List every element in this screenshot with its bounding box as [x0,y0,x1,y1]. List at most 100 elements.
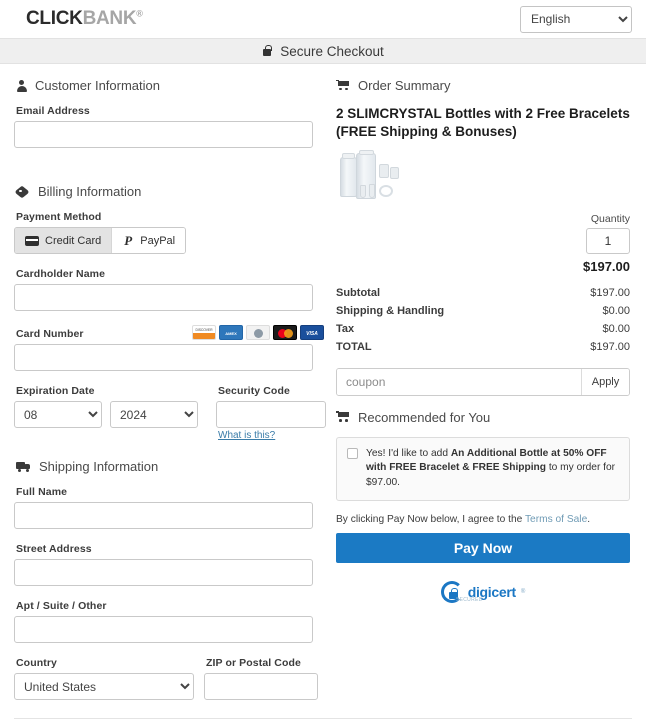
paypal-label: PayPal [140,234,176,247]
product-thumbnail [338,149,416,207]
payment-method-group: Credit Card P PayPal [14,227,187,254]
street-address-input[interactable] [14,559,313,586]
total-row-grand: TOTAL $197.00 [336,338,630,356]
total-row-tax: Tax $0.00 [336,320,630,338]
terms-prefix: By clicking Pay Now below, I agree to th… [336,513,525,525]
what-is-this-link[interactable]: What is this? [218,430,326,441]
customer-information-title: Customer Information [35,78,160,93]
expiration-year-select[interactable]: 2024 [110,401,198,428]
full-name-label: Full Name [16,486,68,498]
paypal-icon: P [124,233,133,248]
tag-icon [16,186,30,198]
digicert-trademark: ® [520,588,526,595]
payment-method-label: Payment Method [16,211,102,223]
grand-total-label: TOTAL [336,340,372,353]
country-zip-row: Country United States ZIP or Postal Code [14,657,324,700]
terms-suffix: . [587,513,591,525]
logo-bank-text: BANK [82,8,137,29]
country-label: Country [16,657,57,669]
digicert-seal: digicert ® SECURED [423,575,543,609]
expiration-block: Expiration Date 08 2024 [14,385,198,441]
shipping-information-header: Shipping Information [16,459,324,474]
person-icon [16,79,27,92]
credit-card-icon [25,235,39,246]
coupon-row: Apply [336,367,630,396]
pay-now-button[interactable]: Pay Now [336,532,630,563]
diners-club-icon [246,325,270,340]
truck-icon [16,461,31,473]
top-bar: CLICKBANK® English [0,0,646,38]
subtotal-value: $197.00 [590,286,630,299]
quantity-input[interactable] [586,227,630,254]
expiration-date-label: Expiration Date [16,385,95,397]
total-row-shipping: Shipping & Handling $0.00 [336,302,630,320]
tax-label: Tax [336,322,355,335]
expiration-security-row: Expiration Date 08 2024 Security Code Wh… [14,385,326,441]
shipping-value: $0.00 [602,304,630,317]
country-select[interactable]: United States [14,673,194,700]
cardholder-name-label: Cardholder Name [16,268,106,280]
payment-method-credit-card-button[interactable]: Credit Card [15,228,112,253]
shipping-information-title: Shipping Information [39,459,159,474]
subtotal-label: Subtotal [336,286,380,299]
lock-icon [262,45,272,57]
card-number-label: Card Number [16,328,84,340]
grand-total-value: $197.00 [590,340,630,353]
cart-icon-recommended [336,411,350,423]
zip-input[interactable] [204,673,318,700]
terms-text: By clicking Pay Now below, I agree to th… [336,514,630,525]
cart-icon [336,79,350,92]
customer-information-header: Customer Information [16,78,324,93]
total-row-subtotal: Subtotal $197.00 [336,284,630,302]
expiration-month-select[interactable]: 08 [14,401,102,428]
secure-checkout-banner: Secure Checkout [0,38,646,64]
order-summary-header: Order Summary [336,78,632,93]
checkout-columns: Customer Information Email Address Billi… [0,64,646,700]
order-summary-title: Order Summary [358,78,451,93]
card-number-label-row: Card Number [14,325,324,340]
street-address-label: Street Address [16,543,92,555]
coupon-apply-button[interactable]: Apply [581,368,629,395]
quantity-block: Quantity $197.00 [334,213,630,274]
security-code-input[interactable] [216,401,326,428]
secure-checkout-label: Secure Checkout [280,43,384,59]
tax-value: $0.00 [602,322,630,335]
full-name-input[interactable] [14,502,313,529]
email-input[interactable] [14,121,313,148]
apt-suite-input[interactable] [14,616,313,643]
cardholder-name-input[interactable] [14,284,313,311]
upsell-prefix: Yes! I'd like to add [366,447,451,459]
recommended-title: Recommended for You [358,409,491,425]
american-express-icon [219,325,243,340]
shipping-label: Shipping & Handling [336,304,445,317]
zip-block: ZIP or Postal Code [204,657,318,700]
security-code-block: Security Code What is this? [216,385,326,441]
clickbank-logo: CLICKBANK® [26,8,143,30]
upsell-offer[interactable]: Yes! I'd like to add An Additional Bottl… [336,436,630,501]
product-title: 2 SLIMCRYSTAL Bottles with 2 Free Bracel… [336,106,630,139]
credit-card-label: Credit Card [45,234,102,247]
totals-list: Subtotal $197.00 Shipping & Handling $0.… [336,284,630,356]
billing-information-title: Billing Information [38,184,142,199]
upsell-text: Yes! I'd like to add An Additional Bottl… [366,447,619,491]
mastercard-icon [273,325,297,340]
logo-click-text: CLICK [26,8,83,29]
coupon-input[interactable] [337,368,581,395]
billing-information-header: Billing Information [16,184,324,199]
form-column: Customer Information Email Address Billi… [14,74,330,700]
language-select[interactable]: English [520,5,632,33]
apt-suite-label: Apt / Suite / Other [16,600,107,612]
card-brand-logos [192,325,324,340]
terms-of-sale-link[interactable]: Terms of Sale [525,514,587,525]
quantity-label: Quantity [590,212,630,225]
card-number-input[interactable] [14,344,313,371]
order-summary-column: Order Summary 2 SLIMCRYSTAL Bottles with… [330,74,632,700]
country-block: Country United States [14,657,194,700]
security-code-label: Security Code [218,385,290,397]
upsell-checkbox[interactable] [347,447,358,459]
payment-method-paypal-button[interactable]: P PayPal [111,228,186,253]
zip-label: ZIP or Postal Code [206,657,301,669]
email-label: Email Address [16,105,90,117]
expiration-selects: 08 2024 [14,401,198,428]
item-price: $197.00 [583,258,630,274]
